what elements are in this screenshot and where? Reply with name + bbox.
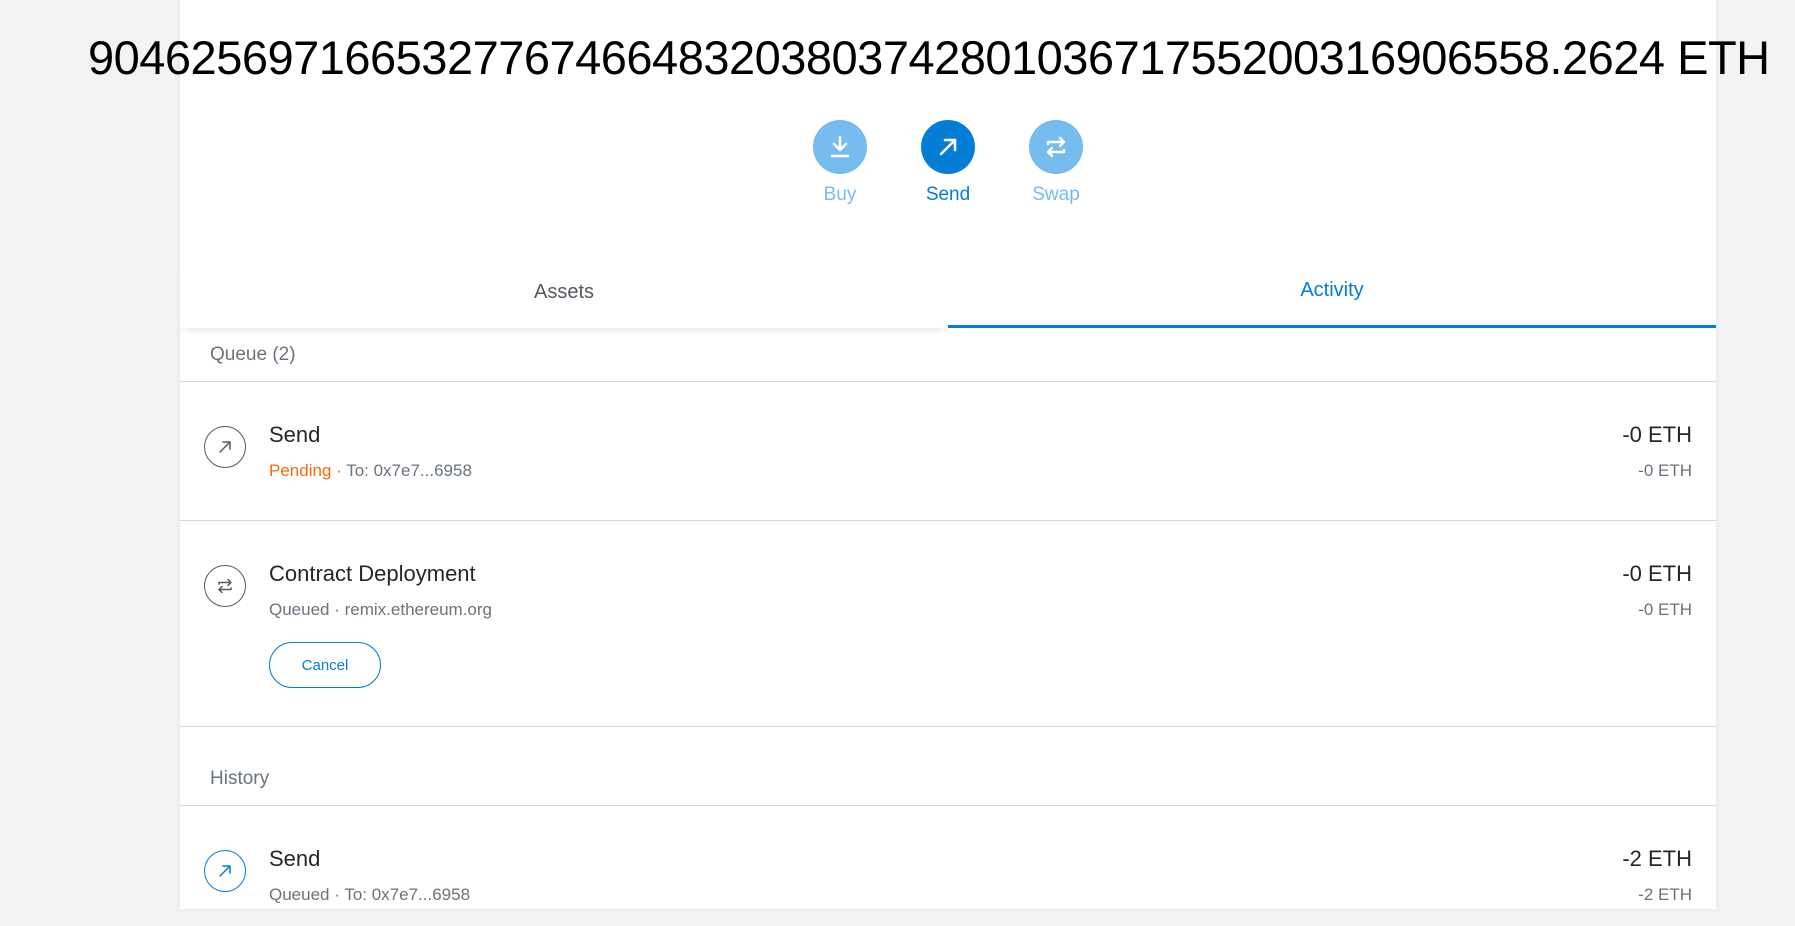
swap-icon xyxy=(218,578,232,594)
download-icon xyxy=(830,135,850,158)
tx-title: Send xyxy=(269,422,321,447)
tx-subtitle: Queued · remix.ethereum.org xyxy=(269,600,492,620)
tx-amount: -0 ETH xyxy=(1622,422,1692,447)
tab-activity[interactable]: Activity xyxy=(948,256,1716,328)
transaction-row[interactable]: Contract Deployment Queued · remix.ether… xyxy=(180,521,1716,727)
tab-bar: Assets Activity xyxy=(180,256,1716,328)
buy-circle xyxy=(813,120,867,174)
tx-title: Contract Deployment xyxy=(269,561,476,586)
contract-tx-icon xyxy=(204,565,246,607)
tx-separator: · xyxy=(331,461,347,480)
tx-amount: -0 ETH xyxy=(1622,561,1692,586)
tx-amount-secondary: -0 ETH xyxy=(1638,600,1692,619)
tx-subtitle: Queued · To: 0x7e7...6958 xyxy=(269,885,470,905)
send-button[interactable]: Send xyxy=(918,120,978,210)
arrow-up-right-icon xyxy=(219,441,231,453)
buy-button[interactable]: Buy xyxy=(810,120,870,210)
tx-recipient: To: 0x7e7...6958 xyxy=(344,885,471,904)
queue-heading: Queue (2) xyxy=(180,328,1716,382)
arrow-up-right-icon xyxy=(219,865,231,877)
tx-recipient: To: 0x7e7...6958 xyxy=(346,461,472,480)
arrow-up-right-icon xyxy=(939,138,957,156)
tx-amount-secondary: -2 ETH xyxy=(1638,885,1692,904)
tx-status: Pending xyxy=(269,461,332,480)
action-buttons: Buy Send Swap xyxy=(180,120,1716,210)
send-tx-icon xyxy=(204,850,246,892)
transaction-row[interactable]: Send Pending · To: 0x7e7...6958 -0 ETH -… xyxy=(180,382,1716,521)
send-tx-icon xyxy=(204,426,246,468)
tx-separator: · xyxy=(329,885,345,904)
tx-origin: remix.ethereum.org xyxy=(344,600,492,619)
history-heading: History xyxy=(180,752,1716,806)
cancel-button[interactable]: Cancel xyxy=(269,642,381,688)
tx-amount: -2 ETH xyxy=(1622,846,1692,871)
swap-button[interactable]: Swap xyxy=(1026,120,1086,210)
tx-separator: · xyxy=(329,600,345,619)
send-circle xyxy=(921,120,975,174)
account-balance: 9046256971665327767466483203803742801036… xyxy=(88,31,1770,84)
tx-status: Queued xyxy=(269,885,330,904)
swap-circle xyxy=(1029,120,1083,174)
tx-subtitle: Pending · To: 0x7e7...6958 xyxy=(269,461,472,481)
tx-status: Queued xyxy=(269,600,330,619)
send-label: Send xyxy=(925,184,971,205)
swap-icon xyxy=(1046,136,1066,158)
tx-title: Send xyxy=(269,846,321,871)
swap-label: Swap xyxy=(1032,184,1080,205)
tx-amount-secondary: -0 ETH xyxy=(1638,461,1692,480)
tab-assets[interactable]: Assets xyxy=(180,256,948,328)
transaction-row[interactable]: Send Queued · To: 0x7e7...6958 -2 ETH -2… xyxy=(180,806,1716,926)
buy-label: Buy xyxy=(823,184,857,205)
